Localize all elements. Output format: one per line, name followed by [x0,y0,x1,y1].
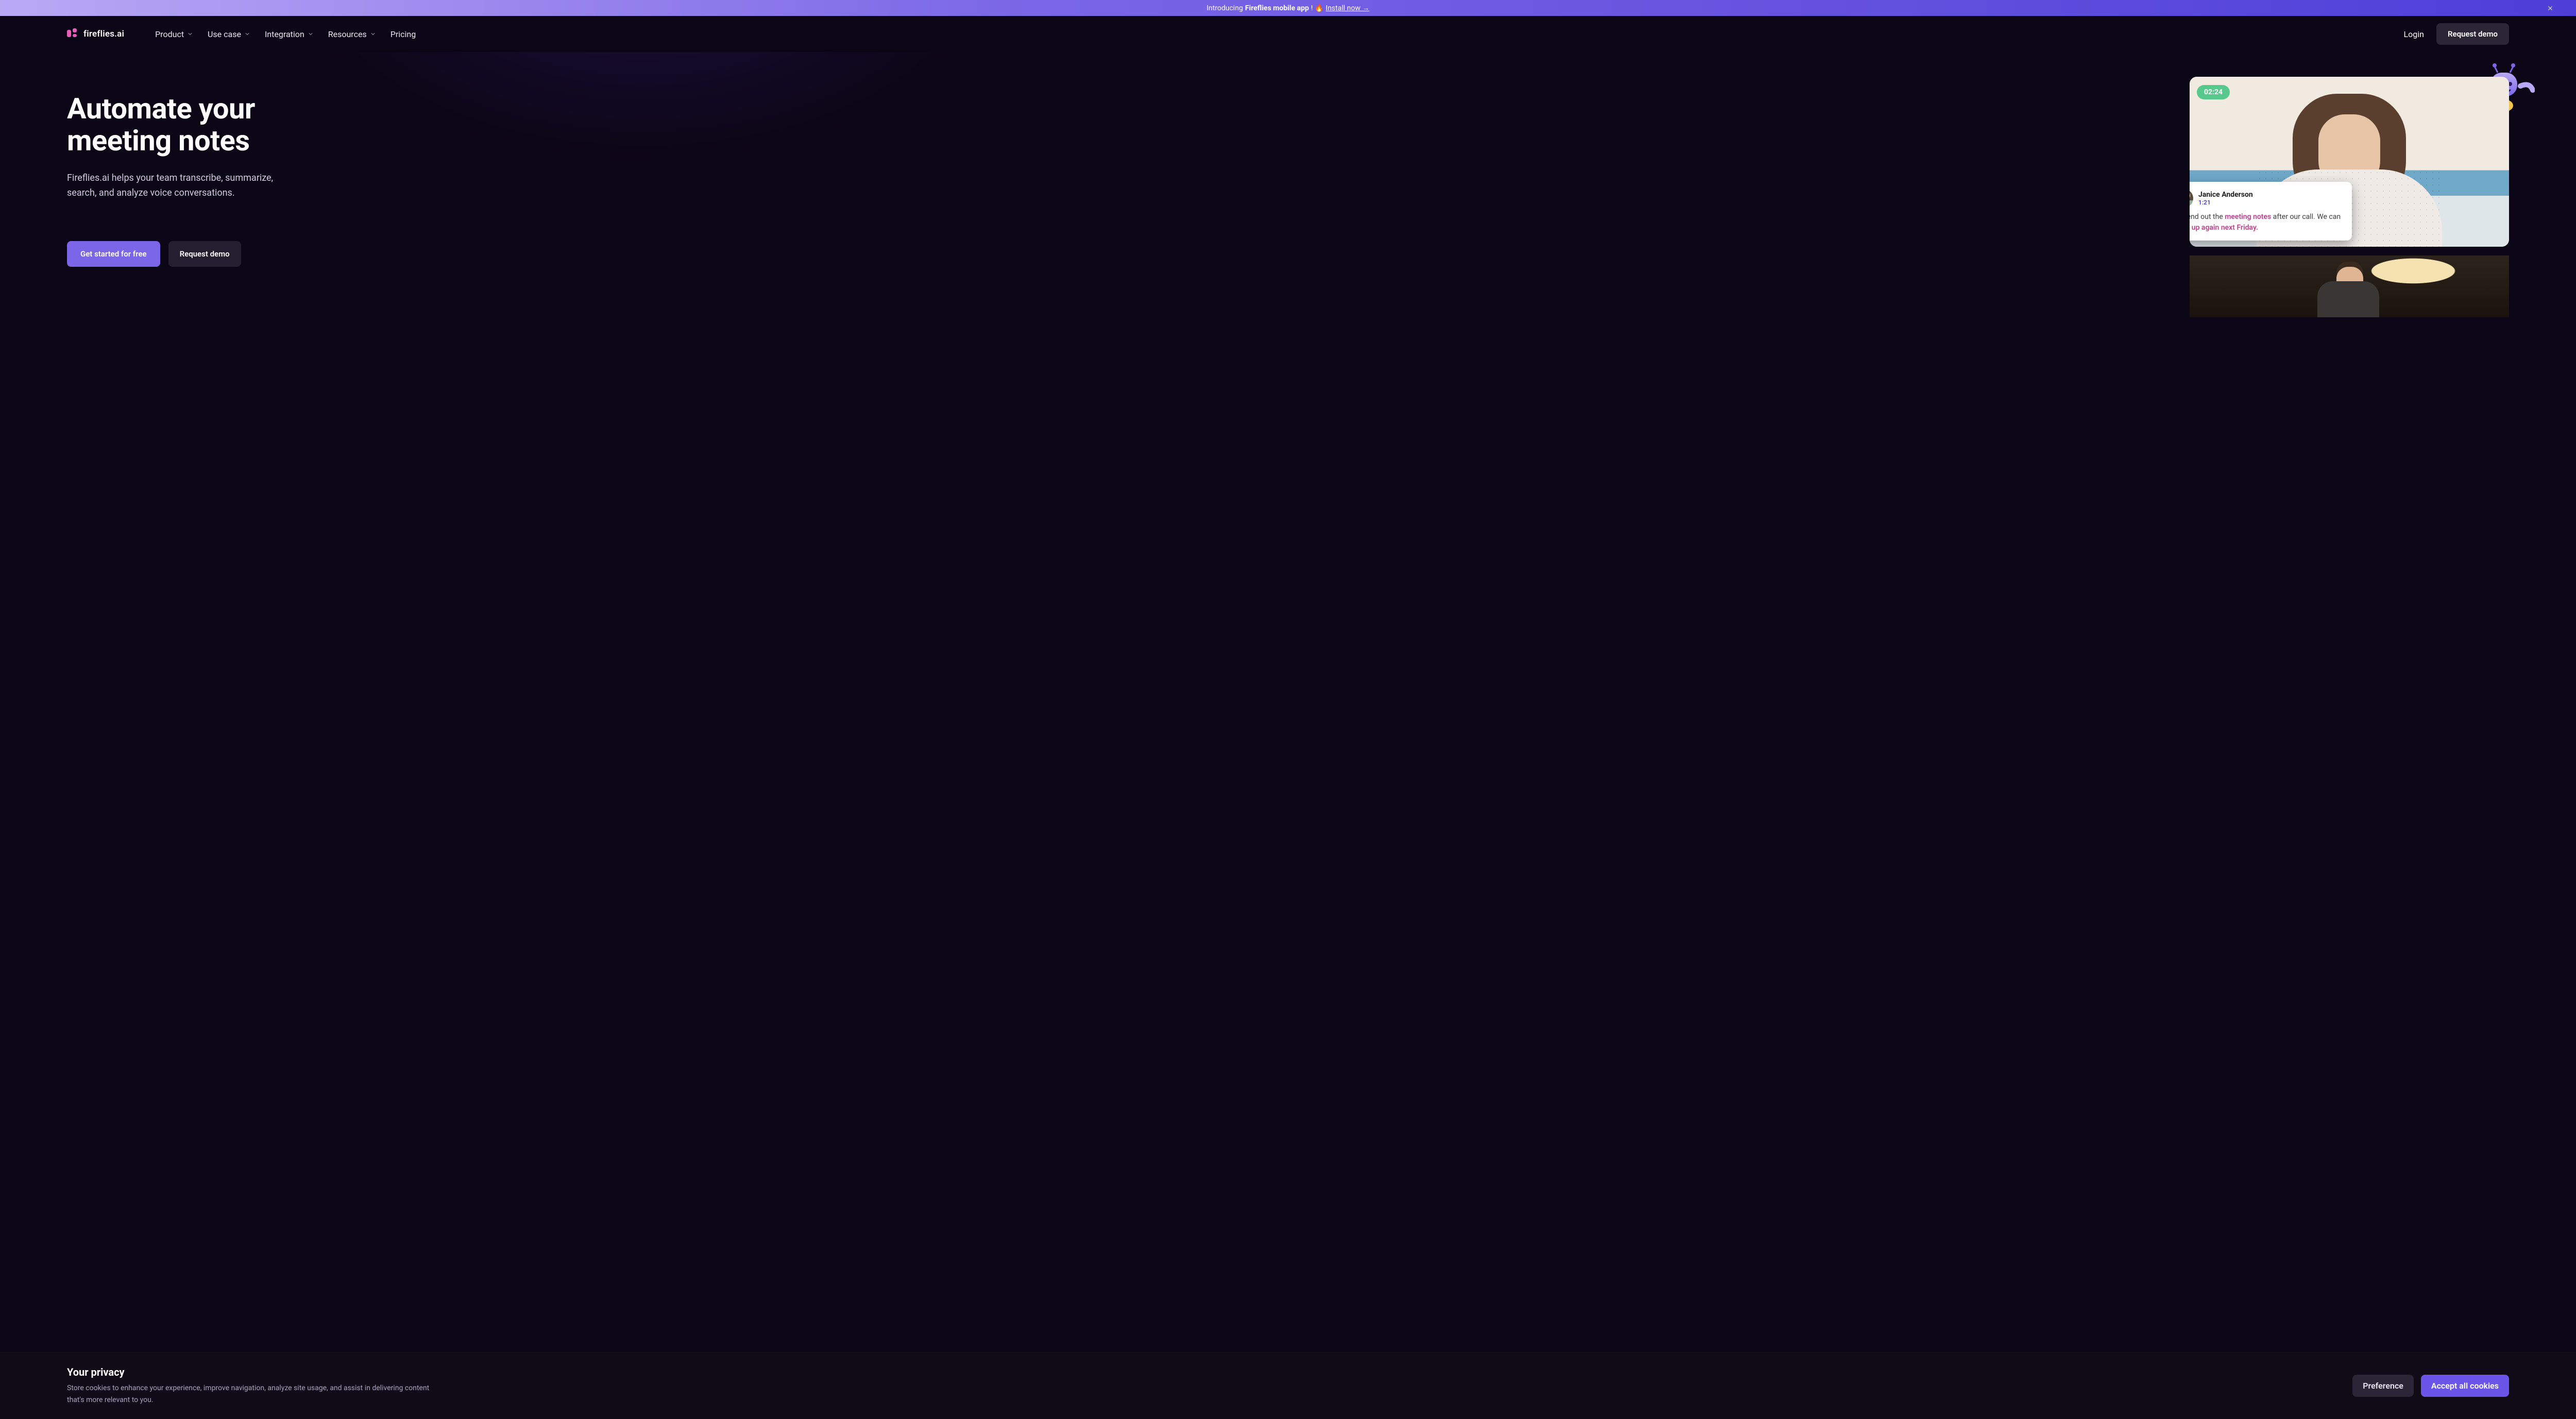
announce-intro: Introducing [1207,4,1243,12]
announce-close-button[interactable] [2545,3,2555,13]
chevron-down-icon [244,31,250,37]
request-demo-button[interactable]: Request demo [2436,23,2509,45]
video-timestamp-pill: 02:24 [2197,85,2230,99]
primary-nav: Product Use case Integration Resources P… [155,29,416,39]
nav-label: Pricing [391,29,416,39]
chevron-down-icon [370,31,376,37]
hero-section: Automate your meeting notes Fireflies.ai… [0,52,2576,340]
nav-use-case[interactable]: Use case [208,29,250,39]
transcript-card: Janice Anderson 1:21 I'll send out the m… [2190,182,2352,241]
cookie-title: Your privacy [67,1366,448,1378]
login-link[interactable]: Login [2404,29,2424,39]
chevron-down-icon [187,31,193,37]
tile-participant [2354,255,2509,317]
person-illustration [2354,255,2509,317]
hero-title-line2: meeting notes [67,124,250,158]
announce-bold: Fireflies mobile app [1245,4,1309,12]
nav-label: Resources [328,29,367,39]
close-icon [2547,5,2554,12]
hero-subtitle: Fireflies.ai helps your team transcribe,… [67,171,304,201]
request-demo-button-hero[interactable]: Request demo [168,241,241,267]
nav-label: Product [155,29,184,39]
announcement-bar: Introducing Fireflies mobile app ! 🔥 Ins… [0,0,2576,16]
transcript-highlight: sync up again next Friday. [2190,224,2258,232]
cookie-accept-button[interactable]: Accept all cookies [2421,1375,2509,1397]
hero-visual: 02:24 Janice Anderson 1:21 I'll send out… [2190,77,2509,247]
hero-tiles [2190,255,2509,317]
nav-integration[interactable]: Integration [265,29,314,39]
hero-ctas: Get started for free Request demo [67,241,2509,267]
brand-logo[interactable]: fireflies.ai [67,28,124,40]
transcript-segment: I'll send out the [2190,213,2225,221]
nav-resources[interactable]: Resources [328,29,376,39]
video-tile-main: 02:24 Janice Anderson 1:21 I'll send out… [2190,77,2509,247]
hero-title-line1: Automate your [67,92,255,126]
speaker-name: Janice Anderson [2198,191,2253,199]
nav-product[interactable]: Product [155,29,193,39]
cookie-banner: Your privacy Store cookies to enhance yo… [0,1352,2576,1419]
announce-install-link[interactable]: Install now → [1326,4,1369,12]
cookie-preference-button[interactable]: Preference [2352,1375,2414,1397]
transcript-text: I'll send out the meeting notes after ou… [2190,212,2344,233]
speaker-time: 1:21 [2198,199,2253,206]
nav-label: Use case [208,29,241,39]
cookie-body: Store cookies to enhance your experience… [67,1382,448,1406]
nav-pricing[interactable]: Pricing [391,29,416,39]
hero-title: Automate your meeting notes [67,93,2509,157]
transcript-highlight: meeting notes [2225,213,2271,221]
announce-suffix: ! 🔥 [1311,4,1324,12]
chevron-down-icon [308,31,314,37]
brand-logo-icon [67,28,78,40]
speaker-avatar-icon [2190,189,2193,208]
site-header: fireflies.ai Product Use case Integratio… [0,16,2576,52]
get-started-button[interactable]: Get started for free [67,241,160,267]
transcript-segment: after our call. We can [2273,213,2341,221]
brand-name: fireflies.ai [83,29,124,39]
nav-label: Integration [265,29,304,39]
